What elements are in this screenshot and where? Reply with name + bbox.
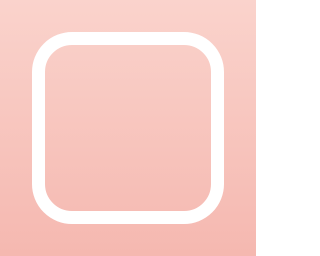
icon-canvas [0,0,256,256]
rounded-square-outline-icon [32,32,224,224]
